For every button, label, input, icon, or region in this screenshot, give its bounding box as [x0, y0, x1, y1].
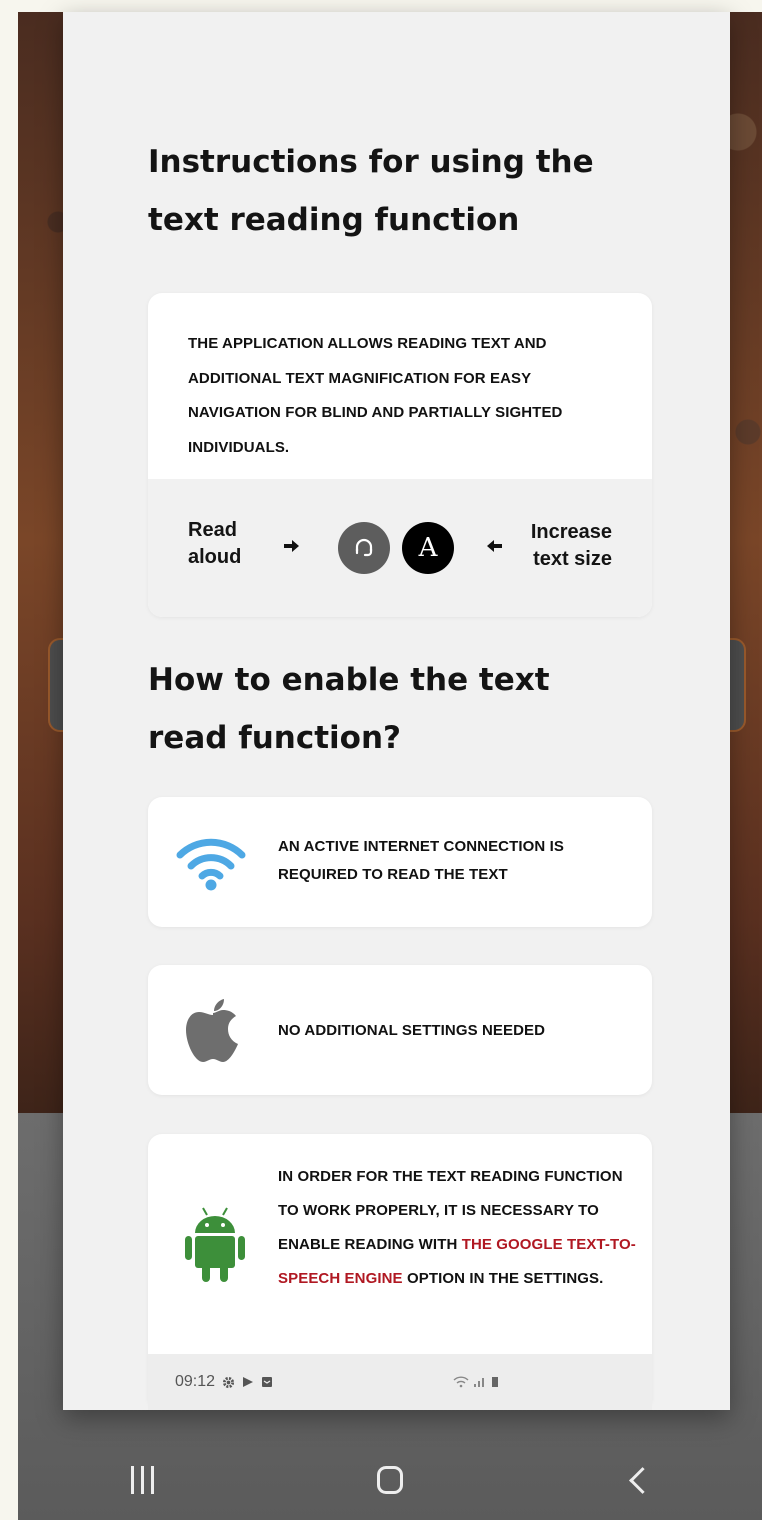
read-aloud-label: Read aloud [188, 519, 242, 568]
instructions-dialog: Instructions for using the text reading … [63, 12, 730, 1410]
internet-requirement-text: AN ACTIVE INTERNET CONNECTION IS REQUIRE… [278, 838, 564, 883]
back-button[interactable] [598, 1450, 678, 1510]
signal-icon [474, 1378, 485, 1387]
requirement-card-ios: NO ADDITIONAL SETTINGS NEEDED [148, 965, 652, 1095]
intro-card: THE APPLICATION ALLOWS READING TEXT AND … [148, 293, 652, 617]
increase-text-size-button[interactable]: A [402, 522, 454, 574]
android-navigation-bar [18, 1440, 762, 1520]
recent-apps-button[interactable] [102, 1450, 182, 1510]
ios-requirement-text: NO ADDITIONAL SETTINGS NEEDED [278, 1022, 546, 1039]
controls-legend: Read aloud A Increase text size [148, 479, 652, 617]
home-button[interactable] [350, 1450, 430, 1510]
android-requirement-text: IN ORDER FOR THE TEXT READING FUNCTION T… [278, 1168, 636, 1287]
apple-icon [186, 999, 238, 1062]
recent-apps-icon [130, 1466, 154, 1494]
font-size-icon: A [418, 533, 438, 563]
increase-text-size-label: Increase text size [530, 521, 612, 570]
back-icon [628, 1466, 656, 1494]
arrow-left-icon [487, 540, 502, 552]
status-time: 09:12 [175, 1373, 216, 1390]
wifi-status-icon [453, 1376, 469, 1388]
battery-icon [492, 1377, 499, 1387]
android-icon [185, 1207, 245, 1282]
dialog-title: Instructions for using the text reading … [148, 144, 594, 238]
wifi-icon [176, 838, 246, 891]
arrow-right-icon [284, 540, 299, 552]
intro-text: THE APPLICATION ALLOWS READING TEXT AND … [188, 335, 563, 456]
notification-icon [262, 1377, 273, 1387]
play-store-icon [243, 1377, 254, 1387]
read-aloud-button[interactable] [338, 522, 390, 574]
home-icon [377, 1466, 403, 1494]
gear-icon [222, 1376, 235, 1388]
section-heading: How to enable the text read function? [148, 662, 550, 756]
settings-screenshot-status-bar: 09:12 [148, 1354, 652, 1410]
headphones-icon [355, 538, 373, 557]
requirement-card-internet: AN ACTIVE INTERNET CONNECTION IS REQUIRE… [148, 797, 652, 927]
